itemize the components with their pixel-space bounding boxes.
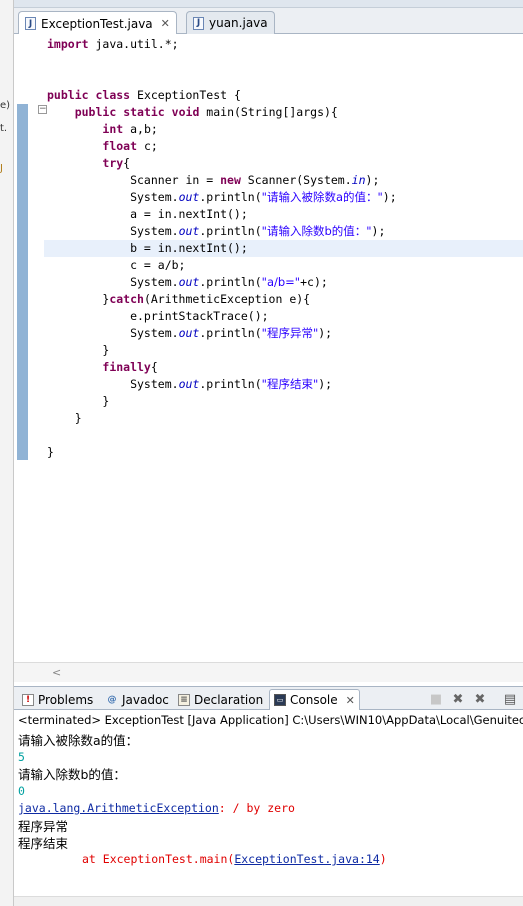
code-text[interactable]: import java.util.*; public class Excepti… [44, 36, 523, 461]
stack-trace-line: at ExceptionTest.main(ExceptionTest.java… [82, 852, 387, 866]
code-line[interactable]: System.out.println("a/b="+c); [47, 274, 523, 291]
code-line[interactable]: try{ [47, 155, 523, 172]
terminate-icon[interactable]: ■ [428, 691, 444, 707]
code-line[interactable]: System.out.println("请输入除数b的值："); [47, 223, 523, 240]
console-prompt-a: 请输入被除数a的值： [18, 733, 139, 748]
remove-launch-icon[interactable]: ✖ [450, 691, 466, 707]
code-line[interactable] [47, 427, 523, 444]
code-line[interactable]: } [47, 393, 523, 410]
trace-suffix: ) [379, 852, 387, 866]
left-fragment-3: J [0, 163, 3, 174]
code-line[interactable]: } [47, 444, 523, 461]
left-fragment-1: e) [0, 100, 11, 111]
tab-label: Console [290, 693, 338, 707]
console-title: <terminated> ExceptionTest [Java Applica… [18, 713, 523, 727]
code-line[interactable]: public class ExceptionTest { [47, 87, 523, 104]
line-ruler [32, 34, 44, 662]
remove-all-terminated-icon[interactable]: ✖ [472, 691, 488, 707]
tab-yuan-java[interactable]: J yuan.java [186, 11, 275, 34]
trace-prefix: at ExceptionTest.main( [82, 852, 235, 866]
scroll-left-icon[interactable]: < [52, 666, 61, 679]
code-line[interactable]: b = in.nextInt(); [44, 240, 523, 257]
declaration-icon: ≡ [178, 693, 190, 706]
window-top-bar [14, 0, 523, 8]
java-file-icon: J [25, 17, 36, 30]
console-icon: ▭ [274, 694, 286, 706]
code-line[interactable]: import java.util.*; [47, 36, 523, 53]
code-line[interactable]: Scanner in = new Scanner(System.in); [47, 172, 523, 189]
exception-line: java.lang.ArithmeticException: / by zero [18, 801, 295, 815]
code-line[interactable]: finally{ [47, 359, 523, 376]
tab-label: yuan.java [209, 16, 268, 30]
trace-source-link[interactable]: ExceptionTest.java:14 [234, 852, 379, 866]
editor-tab-bar: J ExceptionTest.java ✕ J yuan.java [14, 8, 523, 35]
code-line[interactable]: }catch(ArithmeticException e){ [47, 291, 523, 308]
code-line[interactable]: } [47, 342, 523, 359]
tab-javadoc[interactable]: @ Javadoc [102, 689, 173, 710]
javadoc-icon: @ [107, 694, 117, 705]
editor-horizontal-scrollbar[interactable]: < [14, 662, 523, 682]
console-prompt-b: 请输入除数b的值： [18, 767, 126, 782]
code-line[interactable]: System.out.println("程序结束"); [47, 376, 523, 393]
tab-exceptiontest-java[interactable]: J ExceptionTest.java ✕ [18, 11, 177, 35]
code-line[interactable] [47, 70, 523, 87]
console-input-b: 0 [18, 784, 25, 798]
tab-console[interactable]: ▭ Console ✕ [269, 689, 360, 710]
code-editor[interactable]: − import java.util.*; public class Excep… [14, 34, 523, 662]
tab-problems[interactable]: ! Problems [18, 689, 97, 710]
code-line[interactable]: a = in.nextInt(); [47, 206, 523, 223]
tab-label: Declaration [194, 692, 264, 707]
code-line[interactable]: int a,b; [47, 121, 523, 138]
tab-label: Javadoc [122, 692, 169, 707]
problems-icon: ! [22, 693, 34, 706]
code-line[interactable]: c = a/b; [47, 257, 523, 274]
exception-message: : / by zero [218, 801, 295, 815]
console-scrollbar[interactable] [14, 896, 523, 906]
left-fragment-2: t. [0, 123, 8, 134]
close-tab-icon[interactable]: ✕ [161, 17, 170, 30]
code-line[interactable] [47, 53, 523, 70]
java-file-icon: J [193, 16, 204, 30]
close-console-icon[interactable]: ✕ [346, 694, 355, 707]
quick-diff-bar [17, 104, 28, 460]
clear-console-icon[interactable]: ▤ [502, 691, 518, 707]
fold-toggle-icon[interactable]: − [38, 105, 47, 114]
code-line[interactable]: e.printStackTrace(); [47, 308, 523, 325]
code-line[interactable]: float c; [47, 138, 523, 155]
code-line[interactable]: } [47, 410, 523, 427]
code-line[interactable]: public static void main(String[]args){ [47, 104, 523, 121]
bottom-panel-tabs: ! Problems @ Javadoc ≡ Declaration ▭ Con… [14, 686, 523, 710]
tab-label: Problems [38, 692, 94, 707]
code-line[interactable]: System.out.println("请输入被除数a的值："); [47, 189, 523, 206]
exception-class-link[interactable]: java.lang.ArithmeticException [18, 801, 219, 815]
console-output[interactable]: <terminated> ExceptionTest [Java Applica… [14, 710, 523, 896]
package-explorer-edge: e) t. J [0, 0, 14, 906]
code-line[interactable]: System.out.println("程序异常"); [47, 325, 523, 342]
console-output-end: 程序结束 [18, 836, 69, 851]
tab-label: ExceptionTest.java [41, 16, 153, 31]
console-input-a: 5 [18, 750, 25, 764]
tab-declaration[interactable]: ≡ Declaration [174, 689, 267, 710]
